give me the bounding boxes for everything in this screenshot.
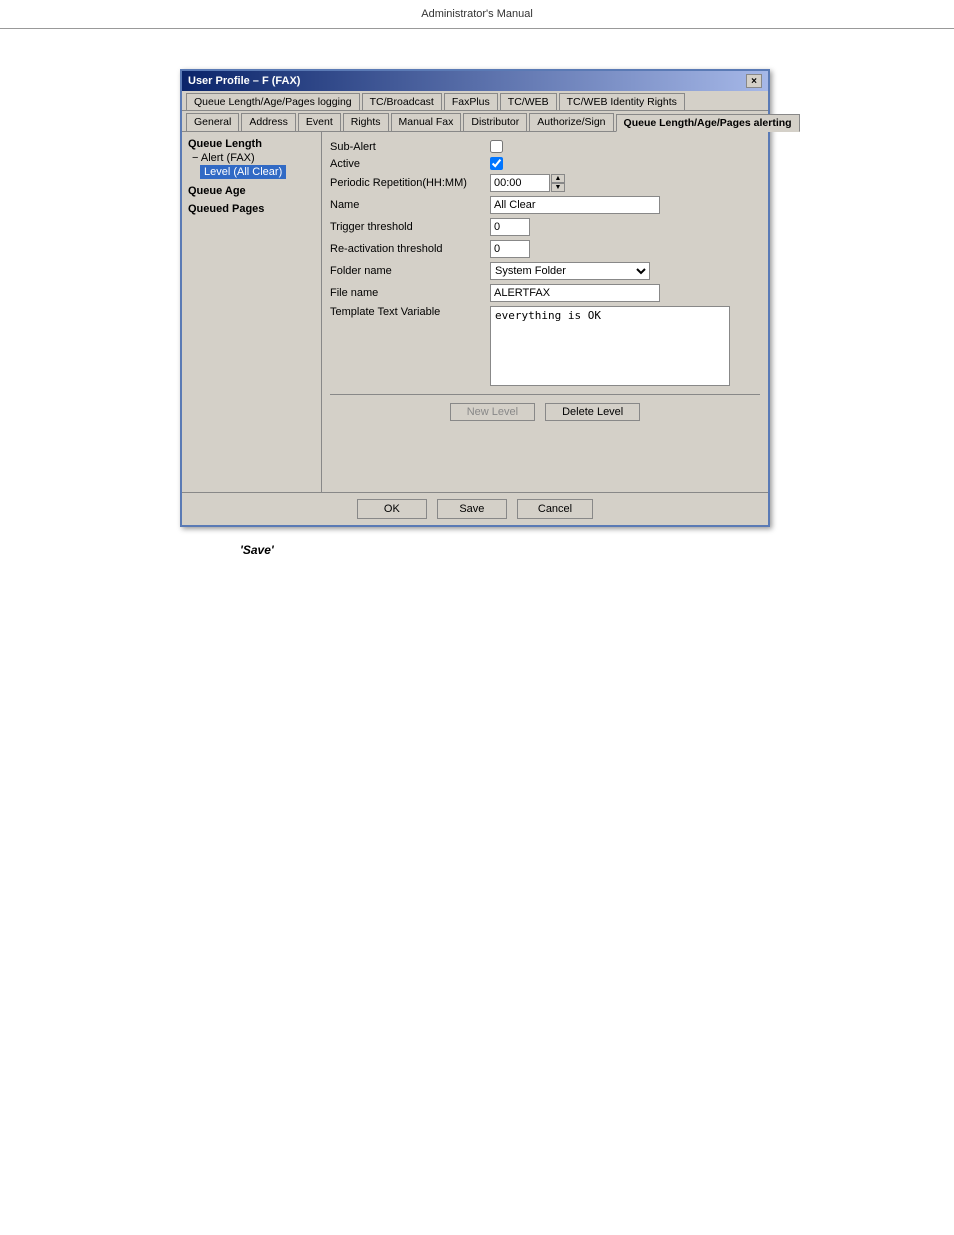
dialog-body: Queue Length − Alert (FAX) Level (All Cl… — [182, 132, 768, 492]
sub-alert-checkbox[interactable] — [490, 140, 503, 153]
reactivation-label: Re-activation threshold — [330, 243, 490, 255]
folder-name-select[interactable]: System Folder Local Folder Custom Folder — [490, 262, 650, 280]
active-checkbox[interactable] — [490, 157, 503, 170]
periodic-repetition-input[interactable] — [490, 174, 550, 192]
sub-alert-row: Sub-Alert — [330, 140, 760, 153]
name-input[interactable] — [490, 196, 660, 214]
folder-name-dropdown-wrap: System Folder Local Folder Custom Folder — [490, 262, 650, 280]
tab-tc-broadcast[interactable]: TC/Broadcast — [362, 93, 442, 110]
tab-row-1: Queue Length/Age/Pages logging TC/Broadc… — [182, 91, 768, 111]
tab-queue-alerting[interactable]: Queue Length/Age/Pages alerting — [616, 114, 800, 132]
tab-queue-length-logging[interactable]: Queue Length/Age/Pages logging — [186, 93, 360, 110]
left-panel: Queue Length − Alert (FAX) Level (All Cl… — [182, 132, 322, 492]
name-row: Name — [330, 196, 760, 214]
tab-distributor[interactable]: Distributor — [463, 113, 527, 131]
ok-button[interactable]: OK — [357, 499, 427, 519]
file-name-input[interactable] — [490, 284, 660, 302]
new-level-button[interactable]: New Level — [450, 403, 535, 421]
trigger-threshold-input[interactable] — [490, 218, 530, 236]
tab-general[interactable]: General — [186, 113, 239, 131]
tree-alert-fax[interactable]: − Alert (FAX) — [188, 152, 315, 164]
cancel-button[interactable]: Cancel — [517, 499, 593, 519]
tab-tc-web[interactable]: TC/WEB — [500, 93, 557, 110]
active-label: Active — [330, 158, 490, 170]
right-panel: Sub-Alert Active Periodic Repetition(HH:… — [322, 132, 768, 492]
tab-event[interactable]: Event — [298, 113, 341, 131]
periodic-repetition-label: Periodic Repetition(HH:MM) — [330, 177, 490, 189]
template-text-textarea[interactable]: everything is OK — [490, 306, 730, 386]
active-checkbox-wrap — [490, 157, 503, 170]
inner-buttons-row: New Level Delete Level — [330, 394, 760, 427]
template-text-label: Template Text Variable — [330, 306, 490, 318]
reactivation-input[interactable] — [490, 240, 530, 258]
sub-alert-checkbox-wrap — [490, 140, 503, 153]
tab-tc-web-identity[interactable]: TC/WEB Identity Rights — [559, 93, 685, 110]
active-row: Active — [330, 157, 760, 170]
spinner-up-button[interactable]: ▲ — [551, 174, 565, 183]
reactivation-row: Re-activation threshold — [330, 240, 760, 258]
section-queue-age: Queue Age — [188, 185, 315, 197]
spinner-buttons: ▲ ▼ — [551, 174, 565, 192]
dialog-titlebar: User Profile – F (FAX) × — [182, 71, 768, 91]
section-queue-length: Queue Length — [188, 138, 315, 150]
page-content: User Profile – F (FAX) × Queue Length/Ag… — [0, 29, 954, 557]
dialog-window: User Profile – F (FAX) × Queue Length/Ag… — [180, 69, 770, 527]
save-button[interactable]: Save — [437, 499, 507, 519]
tab-authorize-sign[interactable]: Authorize/Sign — [529, 113, 613, 131]
tab-row-2: General Address Event Rights Manual Fax … — [182, 111, 768, 132]
name-label: Name — [330, 199, 490, 211]
header-title: Administrator's Manual — [421, 8, 533, 20]
page-header: Administrator's Manual — [0, 0, 954, 29]
folder-name-row: Folder name System Folder Local Folder C… — [330, 262, 760, 280]
periodic-repetition-spinner: ▲ ▼ — [490, 174, 565, 192]
caption: 'Save' — [240, 543, 954, 557]
tree-level-all-clear[interactable]: Level (All Clear) — [188, 165, 315, 179]
close-button[interactable]: × — [746, 74, 762, 88]
dialog-title: User Profile – F (FAX) — [188, 75, 300, 87]
tab-address[interactable]: Address — [241, 113, 296, 131]
folder-name-label: Folder name — [330, 265, 490, 277]
section-queued-pages: Queued Pages — [188, 203, 315, 215]
template-text-row: Template Text Variable everything is OK — [330, 306, 760, 386]
delete-level-button[interactable]: Delete Level — [545, 403, 640, 421]
dialog-footer: OK Save Cancel — [182, 492, 768, 525]
trigger-threshold-label: Trigger threshold — [330, 221, 490, 233]
trigger-threshold-row: Trigger threshold — [330, 218, 760, 236]
tab-manual-fax[interactable]: Manual Fax — [391, 113, 462, 131]
tab-faxplus[interactable]: FaxPlus — [444, 93, 498, 110]
spinner-down-button[interactable]: ▼ — [551, 183, 565, 192]
periodic-repetition-row: Periodic Repetition(HH:MM) ▲ ▼ — [330, 174, 760, 192]
sub-alert-label: Sub-Alert — [330, 141, 490, 153]
file-name-row: File name — [330, 284, 760, 302]
tab-rights[interactable]: Rights — [343, 113, 389, 131]
file-name-label: File name — [330, 287, 490, 299]
